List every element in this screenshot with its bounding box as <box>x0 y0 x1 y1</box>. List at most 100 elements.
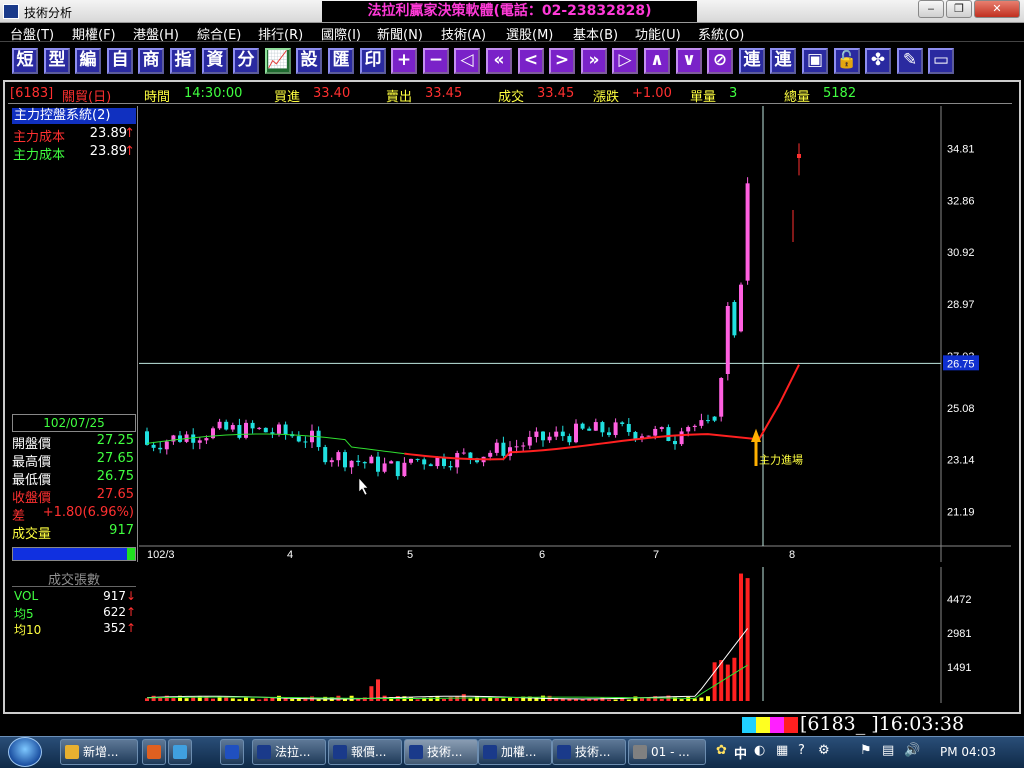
esc-icon[interactable]: ⊘ <box>707 48 733 74</box>
edit-icon[interactable]: 編 <box>75 48 101 74</box>
volume-value: 917 <box>103 589 126 603</box>
menu-item-10[interactable]: 功能(U) <box>635 24 681 43</box>
tray-language[interactable]: 中 <box>734 743 747 762</box>
taskbar-button[interactable]: 加權... <box>478 739 552 765</box>
short-icon[interactable]: 短 <box>12 48 38 74</box>
last-icon[interactable]: ▷ <box>612 48 638 74</box>
candle-body <box>567 436 572 443</box>
volume-bar <box>230 698 235 701</box>
flag-icon[interactable]: ⚑ <box>860 743 872 758</box>
x-tick-label: 7 <box>653 549 659 561</box>
up-icon[interactable]: ∧ <box>644 48 670 74</box>
link2-icon[interactable]: 連 <box>770 48 796 74</box>
scroll-thumb[interactable] <box>127 548 135 560</box>
menu-item-1[interactable]: 期權(F) <box>72 24 116 43</box>
window-icon[interactable]: ▣ <box>802 48 828 74</box>
fast-back-icon[interactable]: « <box>486 48 512 74</box>
menu-item-4[interactable]: 排行(R) <box>258 24 303 43</box>
x-tick-label: 8 <box>789 549 795 561</box>
frame-icon[interactable]: ▭ <box>928 48 954 74</box>
close-button[interactable]: ✕ <box>974 0 1020 18</box>
taskbar-button[interactable]: 法拉... <box>252 739 326 765</box>
data-icon[interactable]: 資 <box>202 48 228 74</box>
volume-bar <box>706 696 710 701</box>
menu-item-7[interactable]: 技術(A) <box>441 24 486 43</box>
taskbar-button[interactable] <box>220 739 244 765</box>
bid-label: 買進 <box>274 90 301 105</box>
minute-icon[interactable]: 分 <box>233 48 259 74</box>
minimize-button[interactable]: ‒ <box>918 0 944 18</box>
candle-body <box>587 428 592 431</box>
volume-title: 成交張數 <box>12 569 136 588</box>
down-icon[interactable]: ∨ <box>676 48 702 74</box>
product-icon[interactable]: 商 <box>138 48 164 74</box>
x-tick-label: 5 <box>407 549 413 561</box>
last-label: 成交 <box>498 90 525 105</box>
menu-item-2[interactable]: 港盤(H) <box>133 24 179 43</box>
custom-icon[interactable]: 自 <box>107 48 133 74</box>
candle-body <box>521 445 526 447</box>
menu-item-0[interactable]: 台盤(T) <box>10 24 54 43</box>
taskbar-button[interactable]: 報價... <box>328 739 402 765</box>
candle-body <box>712 416 717 421</box>
print-icon[interactable]: 印 <box>360 48 386 74</box>
price-chart[interactable]: 34.8132.8630.9228.9727.0325.0823.1421.19… <box>139 106 1011 562</box>
taskbar-button[interactable]: 技術... <box>404 739 478 765</box>
volume-chart[interactable]: 4472 2981 1491 <box>139 567 1011 703</box>
chart-icon[interactable]: 📈 <box>265 48 291 74</box>
pattern-icon[interactable]: 型 <box>44 48 70 74</box>
first-icon[interactable]: ◁ <box>454 48 480 74</box>
volume-icon[interactable]: 🔊 <box>904 743 920 758</box>
menu-item-9[interactable]: 基本(B) <box>573 24 618 43</box>
network-icon[interactable]: ▤ <box>882 743 894 758</box>
zoom-in-icon[interactable]: + <box>391 48 417 74</box>
zoom-out-icon[interactable]: − <box>423 48 449 74</box>
menu-item-6[interactable]: 新聞(N) <box>377 24 423 43</box>
candle-body <box>455 453 460 468</box>
chart-scrollbar[interactable] <box>12 547 136 561</box>
help-icon[interactable]: ? <box>798 743 805 758</box>
volume-row: 均5 622 ↑ <box>14 605 138 621</box>
ime-icon[interactable]: ✿ <box>716 743 727 758</box>
export-icon[interactable]: 匯 <box>328 48 354 74</box>
volume-bar <box>745 578 750 701</box>
candle-body <box>270 432 275 434</box>
indicator-title[interactable]: 主力控盤系統(2) <box>12 108 136 124</box>
index-icon[interactable]: 指 <box>170 48 196 74</box>
candle-body <box>468 452 473 459</box>
candle-body <box>395 461 400 477</box>
candle-body <box>164 441 169 450</box>
maximize-button[interactable]: ❐ <box>946 0 972 18</box>
taskbar-button[interactable]: 技術... <box>552 739 626 765</box>
candle-body <box>514 446 519 448</box>
pen-icon[interactable]: ✎ <box>897 48 923 74</box>
status-code-time[interactable]: [6183_ ]16:03:38 <box>800 713 964 735</box>
start-button[interactable] <box>8 737 42 767</box>
forward-icon[interactable]: > <box>549 48 575 74</box>
last-value: 33.45 <box>537 86 575 101</box>
taskbar-button[interactable] <box>168 739 192 765</box>
link-icon[interactable]: 連 <box>739 48 765 74</box>
taskbar-clock[interactable]: PM 04:03 <box>940 745 996 759</box>
quote-row: 開盤價 27.25 <box>12 433 136 452</box>
volume-bar <box>732 657 737 701</box>
taskbar-button[interactable] <box>142 739 166 765</box>
menu-item-11[interactable]: 系統(O) <box>698 24 744 43</box>
candle-body <box>422 459 427 465</box>
menu-item-8[interactable]: 選股(M) <box>506 24 553 43</box>
candle-body <box>336 452 341 461</box>
taskbar-button[interactable]: 01 - ... <box>628 739 706 765</box>
tools-icon[interactable]: ✤ <box>865 48 891 74</box>
menu-item-3[interactable]: 綜合(E) <box>197 24 241 43</box>
settings-icon[interactable]: 設 <box>296 48 322 74</box>
volume-bar <box>250 698 255 701</box>
input-mode-icon[interactable]: ◐ <box>754 743 765 758</box>
keyboard-icon[interactable]: ▦ <box>776 743 788 758</box>
lock-icon[interactable]: 🔓 <box>834 48 860 74</box>
settings-tray-icon[interactable]: ⚙ <box>818 743 830 758</box>
candle-body <box>633 432 638 439</box>
fast-forward-icon[interactable]: » <box>581 48 607 74</box>
taskbar-button[interactable]: 新增... <box>60 739 138 765</box>
menu-item-5[interactable]: 國際(I) <box>321 24 361 43</box>
back-icon[interactable]: < <box>518 48 544 74</box>
